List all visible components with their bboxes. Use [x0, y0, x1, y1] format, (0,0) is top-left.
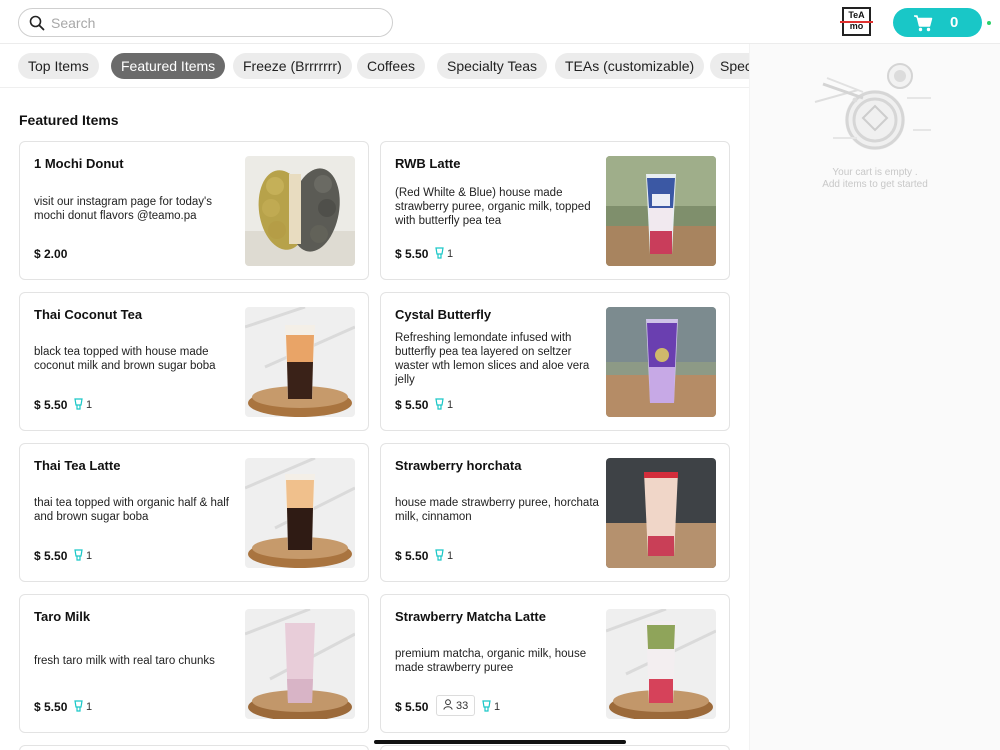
- menu-item-card[interactable]: Strawberry Matcha Latte premium matcha, …: [380, 594, 730, 733]
- item-price: $ 5.50: [395, 549, 429, 563]
- item-image: [606, 609, 716, 719]
- tab-specialty-teas[interactable]: Specialty Teas: [437, 53, 548, 79]
- cup-icon: [435, 247, 444, 259]
- item-price: $ 2.00: [34, 247, 68, 261]
- item-name: RWB Latte: [395, 156, 461, 171]
- cup-icon: [74, 398, 83, 410]
- category-tabs: Top Items Featured Items Freeze (Brrrrrr…: [0, 44, 749, 88]
- cart-icon: [914, 15, 933, 32]
- cart-panel: Your cart is empty . Add items to get st…: [750, 44, 1000, 750]
- menu-item-card[interactable]: Strawberry horchata house made strawberr…: [380, 443, 730, 582]
- search-icon: [29, 15, 45, 31]
- item-price: $ 5.50: [395, 247, 429, 261]
- like-count: 1: [74, 549, 92, 562]
- item-description: fresh taro milk with real taro chunks: [34, 655, 215, 667]
- cart-count: 0: [950, 14, 959, 31]
- item-name: Taro Milk: [34, 609, 91, 624]
- search-input[interactable]: [51, 13, 381, 33]
- item-description: visit our instagram page for today's moc…: [34, 196, 212, 222]
- item-description: (Red Whilte & Blue) house made strawberr…: [395, 187, 591, 227]
- cup-icon: [482, 700, 491, 712]
- tab-top-items[interactable]: Top Items: [18, 53, 99, 79]
- item-description: house made strawberry puree, horchata mi…: [395, 497, 599, 523]
- tab-teas-customizable[interactable]: TEAs (customizable): [555, 53, 705, 79]
- home-indicator: [374, 740, 626, 744]
- cart-button[interactable]: 0: [893, 8, 982, 37]
- menu-item-card[interactable]: Thai Tea Latte thai tea topped with orga…: [19, 443, 369, 582]
- person-icon: [443, 699, 453, 710]
- menu-item-card[interactable]: Thai Coconut Tea black tea topped with h…: [19, 292, 369, 431]
- item-name: Thai Tea Latte: [34, 458, 121, 473]
- item-image: [245, 156, 355, 266]
- item-image: [245, 609, 355, 719]
- like-count-value: 1: [86, 550, 93, 562]
- tab-spec[interactable]: Spec: [710, 53, 749, 79]
- item-image: [245, 307, 355, 417]
- item-image: [606, 458, 716, 568]
- like-count-value: 1: [447, 248, 454, 260]
- like-count: 1: [74, 700, 92, 713]
- menu-item-card[interactable]: Cystal Butterfly Refreshing lemondate in…: [380, 292, 730, 431]
- like-count: 1: [435, 247, 453, 260]
- menu-item-card-partial[interactable]: [19, 745, 369, 750]
- top-bar: TeA mo 0: [0, 0, 1000, 44]
- cart-empty-line-1: Your cart is empty .: [832, 167, 918, 178]
- empty-cart-illustration: [814, 63, 931, 150]
- cup-icon: [435, 549, 444, 561]
- search-bar[interactable]: [18, 8, 393, 37]
- menu-item-card[interactable]: RWB Latte (Red Whilte & Blue) house made…: [380, 141, 730, 280]
- item-image: [606, 156, 716, 266]
- item-name: Strawberry Matcha Latte: [395, 609, 546, 624]
- cart-empty-line-2: Add items to get started: [822, 179, 928, 190]
- menu-item-card[interactable]: 1 Mochi Donut visit our instagram page f…: [19, 141, 369, 280]
- item-image: [606, 307, 716, 417]
- like-count-value: 1: [494, 701, 501, 713]
- tab-freeze[interactable]: Freeze (Brrrrrrr): [233, 53, 352, 79]
- item-price: $ 5.50: [34, 549, 68, 563]
- logo-bar: [840, 21, 873, 23]
- tab-featured-items[interactable]: Featured Items: [111, 53, 226, 79]
- logo-text-top: TeA: [848, 10, 865, 20]
- item-image: [245, 458, 355, 568]
- item-price: $ 5.50: [395, 398, 429, 412]
- like-count: 1: [435, 549, 453, 562]
- like-count: 1: [482, 700, 500, 713]
- item-description: premium matcha, organic milk, house made…: [395, 648, 587, 674]
- like-count-value: 1: [447, 550, 454, 562]
- item-price: $ 5.50: [34, 398, 68, 412]
- item-name: Cystal Butterfly: [395, 307, 492, 322]
- item-name: Strawberry horchata: [395, 458, 522, 473]
- menu-item-card[interactable]: Taro Milk fresh taro milk with real taro…: [19, 594, 369, 733]
- item-price: $ 5.50: [395, 700, 429, 714]
- menu-item-card-partial[interactable]: [380, 745, 730, 750]
- cart-empty-message: Your cart is empty . Add items to get st…: [750, 167, 1000, 191]
- status-dot: [987, 21, 991, 25]
- like-count-value: 1: [86, 701, 93, 713]
- cup-icon: [435, 398, 444, 410]
- item-description: black tea topped with house made coconut…: [34, 346, 216, 372]
- section-title: Featured Items: [19, 112, 119, 128]
- item-description: Refreshing lemondate infused with butter…: [395, 332, 590, 386]
- like-count-value: 1: [86, 399, 93, 411]
- people-count-badge: 33: [436, 695, 476, 716]
- cup-icon: [74, 700, 83, 712]
- tab-coffees[interactable]: Coffees: [357, 53, 425, 79]
- item-name: Thai Coconut Tea: [34, 307, 143, 322]
- cup-icon: [74, 549, 83, 561]
- like-count: 1: [435, 398, 453, 411]
- item-description: thai tea topped with organic half & half…: [34, 497, 229, 523]
- like-count-value: 1: [447, 399, 454, 411]
- brand-logo: TeA mo: [840, 7, 873, 36]
- item-name: 1 Mochi Donut: [34, 156, 124, 171]
- people-count-value: 33: [456, 700, 469, 712]
- like-count: 1: [74, 398, 92, 411]
- item-price: $ 5.50: [34, 700, 68, 714]
